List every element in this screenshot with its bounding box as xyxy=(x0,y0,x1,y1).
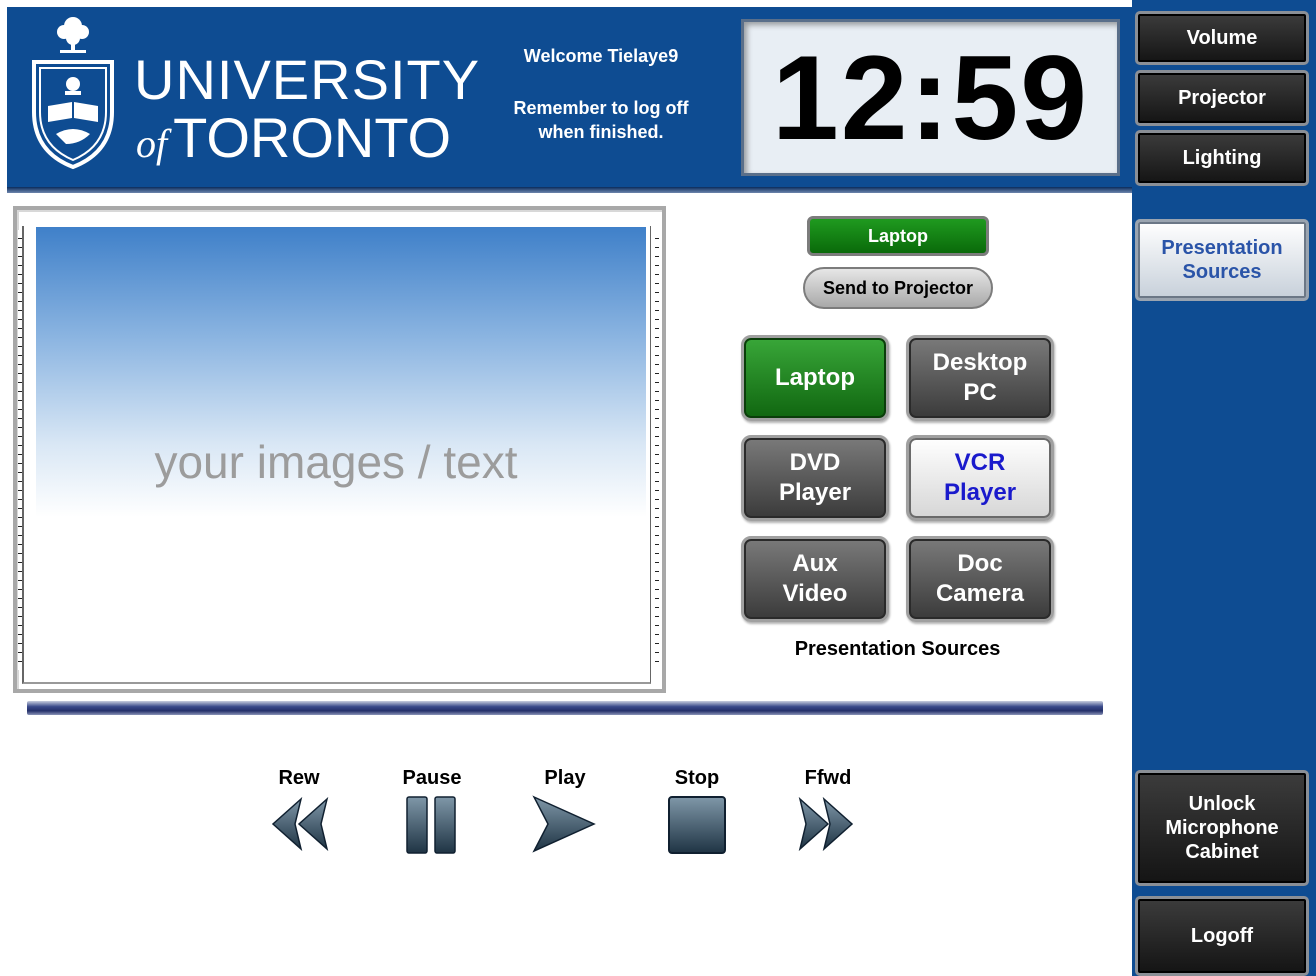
source-doc-label-line1: Doc xyxy=(957,550,1003,577)
source-laptop-label: Laptop xyxy=(775,364,855,391)
logoff-button[interactable]: Logoff xyxy=(1135,896,1309,976)
preview-tick-border-right xyxy=(655,230,659,670)
preview-placeholder-text: your images / text xyxy=(154,436,518,488)
source-desktop-label-line1: Desktop xyxy=(932,349,1028,376)
presentation-sources-label-line2: Sources xyxy=(1182,261,1262,283)
source-doc-label-line2: Camera xyxy=(935,580,1025,607)
source-vcr-label-line1: VCR xyxy=(954,449,1006,476)
logoff-reminder-line2: when finished. xyxy=(538,122,664,142)
lighting-button[interactable]: Lighting xyxy=(1135,130,1309,186)
section-divider xyxy=(27,701,1103,715)
unlock-label-line1: Unlock xyxy=(1188,793,1256,815)
source-dvd-label-line2: Player xyxy=(778,479,852,506)
projector-button[interactable]: Projector xyxy=(1135,70,1309,126)
university-crest-icon xyxy=(32,17,114,170)
lighting-button-label: Lighting xyxy=(1182,147,1262,169)
presentation-sources-label-line1: Presentation xyxy=(1161,237,1283,259)
welcome-message: Welcome Tielaye9 xyxy=(523,46,679,66)
source-desktop-label-line2: PC xyxy=(963,379,997,406)
source-dvd-label-line1: DVD xyxy=(789,449,841,476)
source-doc-camera-button[interactable]: Doc Camera xyxy=(906,536,1054,622)
source-laptop-button[interactable]: Laptop xyxy=(741,335,889,421)
source-vcr-player-button[interactable]: VCR Player xyxy=(906,435,1054,521)
stop-icon[interactable] xyxy=(661,793,731,855)
send-to-projector-button[interactable]: Send to Projector xyxy=(803,267,993,309)
university-name-line2: of TORONTO xyxy=(136,108,451,174)
pause-icon[interactable] xyxy=(397,793,467,855)
clock-time: 12:59 xyxy=(772,30,1089,165)
stop-label: Stop xyxy=(674,767,720,789)
volume-button-label: Volume xyxy=(1186,27,1258,49)
play-label: Play xyxy=(544,767,586,789)
university-name-of: of xyxy=(136,121,168,166)
current-source-indicator: Laptop xyxy=(807,216,989,256)
source-vcr-label-line2: Player xyxy=(943,479,1017,506)
header-divider xyxy=(7,187,1132,193)
volume-button[interactable]: Volume xyxy=(1135,11,1309,65)
pause-label: Pause xyxy=(402,767,462,789)
presentation-sources-button[interactable]: Presentation Sources xyxy=(1135,219,1309,301)
source-dvd-player-button[interactable]: DVD Player xyxy=(741,435,889,521)
play-icon[interactable] xyxy=(528,793,598,855)
clock-display: 12:59 xyxy=(741,19,1120,176)
university-name-toronto: TORONTO xyxy=(173,106,452,169)
source-aux-video-button[interactable]: Aux Video xyxy=(741,536,889,622)
source-aux-label-line2: Video xyxy=(782,580,848,607)
rewind-icon[interactable] xyxy=(265,793,335,855)
preview-tick-border-left xyxy=(18,230,22,670)
send-to-projector-label: Send to Projector xyxy=(822,277,974,298)
source-aux-label-line1: Aux xyxy=(792,550,838,577)
unlock-label-line3: Cabinet xyxy=(1185,841,1259,863)
unlock-microphone-cabinet-button[interactable]: Unlock Microphone Cabinet xyxy=(1135,770,1309,886)
unlock-label-line2: Microphone xyxy=(1165,817,1279,839)
university-name-line1: UNIVERSITY xyxy=(134,48,481,111)
logoff-reminder-line1: Remember to log off xyxy=(513,98,689,118)
fast-forward-icon[interactable] xyxy=(792,793,862,855)
rew-label: Rew xyxy=(278,767,320,789)
ffwd-label: Ffwd xyxy=(804,767,852,789)
presentation-sources-caption: Presentation Sources xyxy=(794,638,1001,660)
logoff-button-label: Logoff xyxy=(1190,925,1254,947)
logoff-reminder: Remember to log off when finished. xyxy=(470,96,732,144)
current-source-label: Laptop xyxy=(868,225,928,246)
projector-button-label: Projector xyxy=(1178,87,1266,109)
source-desktop-pc-button[interactable]: Desktop PC xyxy=(906,335,1054,421)
